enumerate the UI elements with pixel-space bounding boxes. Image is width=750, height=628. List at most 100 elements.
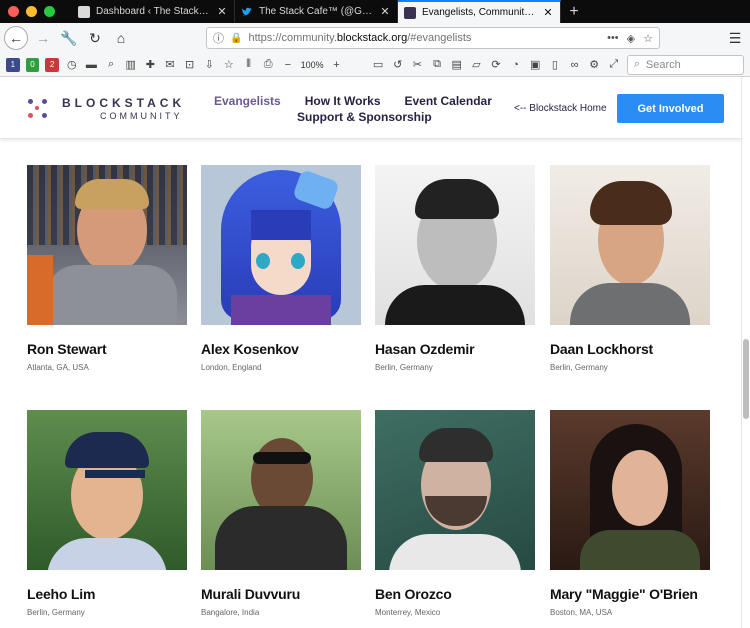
- rss-icon[interactable]: ◔: [509, 58, 523, 72]
- nav-how-it-works[interactable]: How It Works: [305, 93, 381, 109]
- paste-icon[interactable]: ▤: [450, 58, 464, 72]
- home-icon: ⌂: [116, 30, 126, 46]
- evangelist-location: Bangalore, India: [201, 608, 260, 617]
- search-icon: ⌕: [633, 58, 640, 70]
- url-prefix: https://community.: [248, 32, 337, 44]
- bookmark-star-icon[interactable]: ☆: [643, 32, 653, 45]
- zoom-level[interactable]: 100%: [301, 60, 324, 70]
- info-icon[interactable]: ⓘ: [213, 30, 224, 46]
- extension-green-icon[interactable]: 0: [25, 57, 40, 72]
- evangelist-photo[interactable]: [201, 165, 361, 325]
- evangelist-name: Ron Stewart: [27, 341, 107, 357]
- page-icon[interactable]: ▯: [548, 58, 562, 72]
- window-controls: [0, 0, 72, 23]
- lock-icon[interactable]: 🔒: [230, 33, 242, 44]
- tab-dashboard[interactable]: Dashboard ‹ The Stack Cafe™ ✕: [72, 0, 235, 23]
- evangelist-location: Atlanta, GA, USA: [27, 363, 89, 372]
- get-involved-button[interactable]: Get Involved: [617, 94, 724, 123]
- url-path: /#evangelists: [407, 32, 472, 44]
- reader-icon[interactable]: ▥: [124, 58, 138, 72]
- mail-icon[interactable]: ✉: [163, 58, 177, 72]
- evangelist-name: Alex Kosenkov: [201, 341, 299, 357]
- wordpress-favicon-icon: [78, 5, 90, 18]
- evangelist-card[interactable]: Mary "Maggie" O'Brien Boston, MA, USA: [550, 410, 710, 617]
- hat-icon[interactable]: ▬: [85, 58, 99, 72]
- arrow-left-icon: ←: [9, 30, 23, 46]
- evangelist-location: Monterrey, Mexico: [375, 608, 441, 617]
- menu-button[interactable]: ☰: [724, 27, 746, 49]
- nav-event-calendar[interactable]: Event Calendar: [405, 93, 492, 109]
- close-tab-icon[interactable]: ✕: [379, 5, 391, 18]
- evangelist-card[interactable]: Leeho Lim Berlin, Germany: [27, 410, 187, 617]
- url-text[interactable]: https://community.blockstack.org/#evange…: [248, 32, 601, 44]
- search-box[interactable]: ⌕ Search: [626, 54, 744, 75]
- evangelist-card[interactable]: Alex Kosenkov London, England: [201, 165, 361, 372]
- evangelist-photo[interactable]: [27, 410, 187, 570]
- evangelist-card[interactable]: Hasan Ozdemir Berlin, Germany: [375, 165, 535, 372]
- evangelist-photo[interactable]: [375, 410, 535, 570]
- library-icon[interactable]: ⫴: [242, 58, 256, 72]
- logo-line2: COMMUNITY: [100, 111, 183, 121]
- logo-line1: BLOCKSTACK: [62, 96, 186, 110]
- page-scrollbar[interactable]: [741, 77, 750, 628]
- tab-twitter[interactable]: The Stack Cafe™ (@Grid_dles) ✕: [235, 0, 398, 23]
- clock-icon[interactable]: ◷: [65, 58, 79, 72]
- evangelist-photo[interactable]: [550, 410, 710, 570]
- zoom-out-icon[interactable]: −: [281, 58, 295, 72]
- fullscreen-icon[interactable]: ⤢: [607, 58, 621, 72]
- puzzle-icon[interactable]: ✚: [143, 58, 157, 72]
- evangelist-photo[interactable]: [550, 165, 710, 325]
- settings-gear-icon[interactable]: ⚙: [587, 58, 601, 72]
- download-icon[interactable]: ⇩: [202, 58, 216, 72]
- screenshot-icon[interactable]: ⊡: [183, 58, 197, 72]
- extension-red-icon[interactable]: 2: [45, 57, 59, 72]
- folder-icon[interactable]: ▭: [371, 58, 385, 72]
- extension-badge-icon[interactable]: 1: [6, 57, 20, 72]
- zoom-in-icon[interactable]: +: [330, 58, 344, 72]
- scrollbar-thumb[interactable]: [743, 339, 749, 419]
- evangelist-card[interactable]: Ron Stewart Atlanta, GA, USA: [27, 165, 187, 372]
- cut-icon[interactable]: ✂: [411, 58, 425, 72]
- evangelist-photo[interactable]: [375, 165, 535, 325]
- close-tab-icon[interactable]: ✕: [216, 5, 228, 18]
- sync-icon[interactable]: ⟳: [489, 58, 503, 72]
- url-bar[interactable]: ⓘ 🔒 https://community.blockstack.org/#ev…: [206, 27, 660, 49]
- forward-button[interactable]: →: [32, 27, 54, 49]
- evangelist-name: Leeho Lim: [27, 586, 96, 602]
- search-placeholder: Search: [645, 58, 681, 71]
- evangelist-photo[interactable]: [27, 165, 187, 325]
- evangelist-photo[interactable]: [201, 410, 361, 570]
- tab-title: Dashboard ‹ The Stack Cafe™: [96, 6, 210, 17]
- home-button[interactable]: ⌂: [110, 27, 132, 49]
- evangelist-location: Berlin, Germany: [27, 608, 85, 617]
- open-folder-icon[interactable]: ▱: [469, 58, 483, 72]
- maximize-window-button[interactable]: [44, 6, 55, 17]
- evangelist-card[interactable]: Daan Lockhorst Berlin, Germany: [550, 165, 710, 372]
- evangelist-name: Murali Duvvuru: [201, 586, 301, 602]
- back-button[interactable]: ←: [4, 26, 28, 50]
- minimize-window-button[interactable]: [26, 6, 37, 17]
- nav-support-sponsorship[interactable]: Support & Sponsorship: [297, 110, 432, 124]
- copy-icon[interactable]: ⧉: [430, 58, 444, 72]
- pocket-icon[interactable]: ◈: [627, 32, 635, 45]
- history-icon[interactable]: ↺: [391, 58, 405, 72]
- mask-icon[interactable]: ∞: [568, 58, 582, 72]
- reload-button[interactable]: ↻: [84, 27, 106, 49]
- close-window-button[interactable]: [8, 6, 19, 17]
- blockstack-logo[interactable]: BLOCKSTACK COMMUNITY: [28, 97, 185, 121]
- magnifier-icon[interactable]: ⌕: [104, 58, 118, 72]
- evangelist-location: Berlin, Germany: [375, 363, 433, 372]
- wrench-button[interactable]: 🔧: [58, 27, 80, 49]
- star-list-icon[interactable]: ☆: [222, 58, 236, 72]
- more-actions-icon[interactable]: •••: [607, 32, 619, 45]
- print-icon[interactable]: ⎙: [261, 58, 275, 72]
- notes-icon[interactable]: ▣: [528, 58, 542, 72]
- evangelist-card[interactable]: Murali Duvvuru Bangalore, India: [201, 410, 361, 617]
- blockstack-home-link[interactable]: <-- Blockstack Home: [514, 103, 607, 114]
- evangelist-card[interactable]: Ben Orozco Monterrey, Mexico: [375, 410, 535, 617]
- nav-evangelists[interactable]: Evangelists: [214, 93, 281, 109]
- tab-evangelists[interactable]: Evangelists, Community, Amba ✕: [398, 0, 561, 23]
- close-tab-icon[interactable]: ✕: [542, 6, 554, 19]
- evangelist-name: Ben Orozco: [375, 586, 452, 602]
- new-tab-button[interactable]: +: [561, 0, 587, 23]
